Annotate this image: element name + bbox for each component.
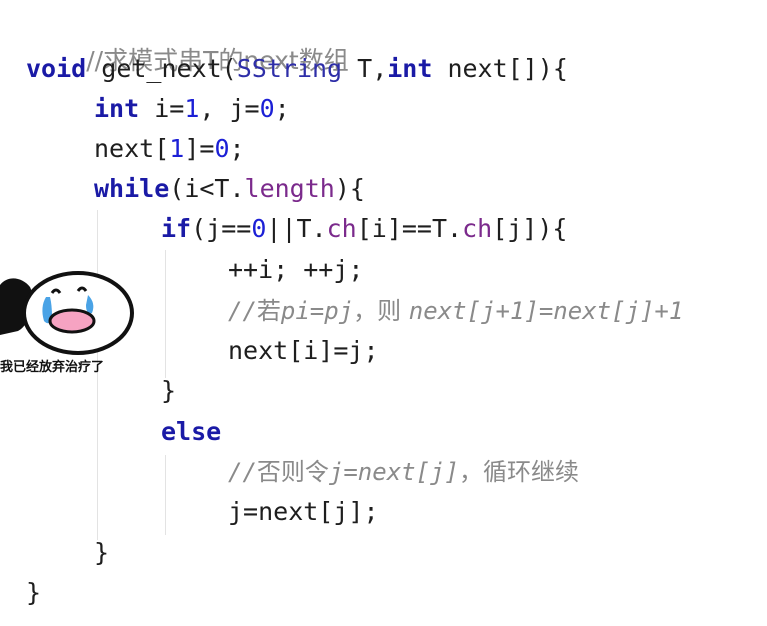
comment-text: next[j+1]=next[j]+1 — [408, 297, 684, 325]
type-sstring: SString — [236, 54, 343, 83]
code-line-9: } — [161, 375, 176, 407]
code-line-7-comment: //若pi=pj，则 next[j+1]=next[j]+1 — [228, 295, 683, 327]
number-literal: 0 — [214, 134, 230, 163]
code-text: (i<T. — [169, 174, 245, 203]
comment-text: // — [228, 458, 257, 486]
keyword-while: while — [94, 174, 170, 203]
field-ch: ch — [462, 214, 493, 243]
keyword-int: int — [94, 94, 140, 123]
sticker-caption: 我已经放弃治疗了 — [0, 360, 105, 375]
comment-text: j=next[j] — [328, 458, 459, 486]
code-text: } — [26, 578, 42, 607]
code-text: ; — [229, 134, 245, 163]
keyword-void: void — [26, 54, 87, 83]
param-t: T, — [342, 54, 388, 83]
code-text: [i]==T. — [356, 214, 463, 243]
code-line-5: if(j==0||T.ch[i]==T.ch[j]){ — [161, 213, 567, 245]
code-text: ||T. — [266, 214, 327, 243]
number-literal: 0 — [259, 94, 275, 123]
code-text: , j= — [199, 94, 260, 123]
keyword-int: int — [387, 54, 433, 83]
comment-text: ，循环继续 — [458, 458, 579, 486]
function-name: get_next( — [86, 54, 237, 83]
indent-guide — [165, 250, 166, 378]
code-line-6: ++i; ++j; — [228, 254, 363, 286]
code-text: ){ — [334, 174, 365, 203]
code-line-10: else — [161, 416, 221, 448]
number-literal: 0 — [251, 214, 267, 243]
code-line-8: next[i]=j; — [228, 335, 379, 367]
code-text: (j== — [191, 214, 252, 243]
comment-text: ，则 — [353, 297, 409, 325]
field-ch: ch — [326, 214, 357, 243]
code-line-14: } — [26, 577, 41, 609]
code-text: } — [94, 538, 110, 567]
code-text: ++i; ++j; — [228, 255, 364, 284]
code-line-13: } — [94, 537, 109, 569]
mouth-shape — [48, 308, 96, 334]
code-text: ; — [274, 94, 290, 123]
code-line-12: j=next[j]; — [228, 496, 379, 528]
code-text: j=next[j]; — [228, 497, 379, 526]
number-literal: 1 — [184, 94, 200, 123]
comment-text: pi=pj — [280, 297, 354, 325]
code-line-1: void get_next(SString T,int next[]){ — [26, 53, 568, 85]
comment-text: // — [228, 297, 257, 325]
code-line-2: int i=1, j=0; — [94, 93, 290, 125]
code-line-11-comment: //否则令j=next[j]，循环继续 — [228, 456, 579, 488]
number-literal: 1 — [169, 134, 185, 163]
keyword-else: else — [161, 417, 222, 446]
comment-text: 若 — [256, 297, 281, 325]
code-line-3: next[1]=0; — [94, 133, 245, 165]
code-text: } — [161, 376, 177, 405]
code-text: ]= — [184, 134, 215, 163]
code-text: i= — [139, 94, 185, 123]
code-text: next[i]=j; — [228, 336, 379, 365]
indent-guide — [165, 455, 166, 535]
code-text: [j]){ — [492, 214, 568, 243]
keyword-if: if — [161, 214, 192, 243]
code-text: next[ — [94, 134, 170, 163]
code-line-4: while(i<T.length){ — [94, 173, 365, 205]
comment-text: 否则令 — [256, 458, 329, 486]
field-length: length — [244, 174, 335, 203]
param-next: next[]){ — [432, 54, 568, 83]
